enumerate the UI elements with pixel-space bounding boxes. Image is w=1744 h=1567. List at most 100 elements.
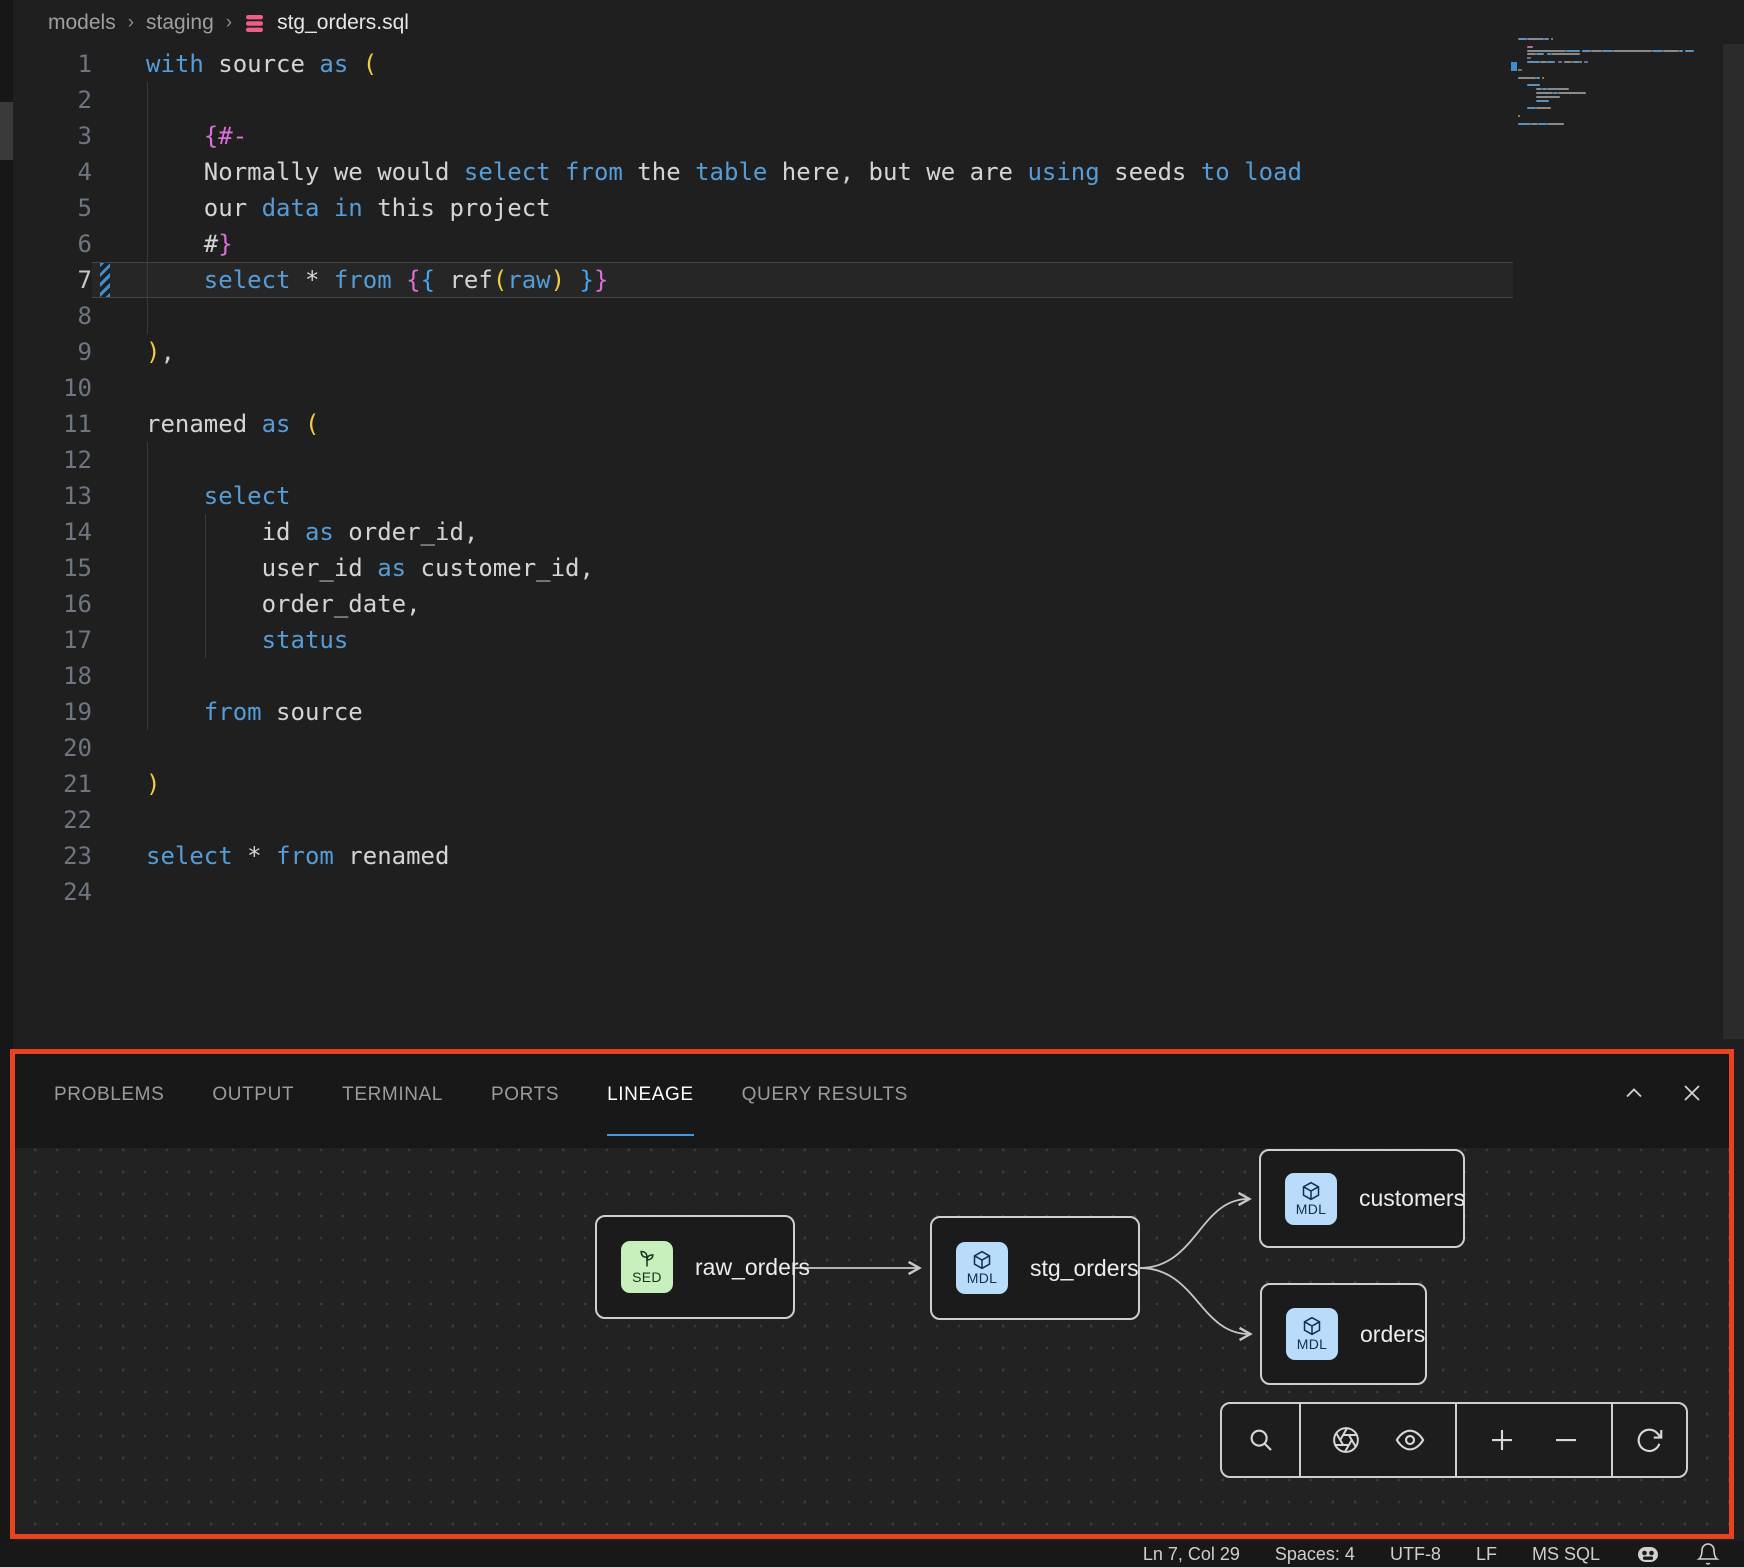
breadcrumb-item-staging[interactable]: staging <box>146 11 214 35</box>
minimap-line <box>1531 123 1538 125</box>
node-label: orders <box>1360 1321 1425 1348</box>
minimap-line <box>1544 38 1548 40</box>
code-text: select <box>146 478 291 514</box>
node-label: stg_orders <box>1030 1255 1139 1282</box>
close-icon <box>1678 1079 1706 1107</box>
minimap-line <box>1652 50 1663 52</box>
tab-output[interactable]: OUTPUT <box>212 1054 294 1136</box>
toolbar-group-zoom <box>1455 1404 1611 1476</box>
search-button[interactable] <box>1243 1422 1279 1458</box>
indentation-setting[interactable]: Spaces: 4 <box>1275 1544 1355 1565</box>
code-line-20[interactable]: 20 <box>13 730 1518 766</box>
code-line-5[interactable]: 5 our data in this project <box>13 190 1518 226</box>
code-text: select * from renamed <box>146 838 449 874</box>
node-badge-label: SED <box>632 1269 662 1285</box>
minimap-line <box>1551 53 1580 55</box>
line-number: 10 <box>13 370 92 406</box>
editor-scrollbar[interactable] <box>1723 44 1744 1039</box>
code-line-9[interactable]: 9), <box>13 334 1518 370</box>
lineage-node-orders[interactable]: MDL orders <box>1260 1283 1427 1385</box>
minimap-line <box>1529 57 1531 59</box>
encoding[interactable]: UTF-8 <box>1390 1544 1441 1565</box>
code-text: with source as ( <box>146 46 377 82</box>
bell-icon[interactable] <box>1696 1542 1720 1566</box>
panel-maximize-button[interactable] <box>1619 1078 1649 1108</box>
code-text: ) <box>146 766 160 802</box>
code-line-7[interactable]: 7 select * from {{ ref(raw) }} <box>13 262 1518 298</box>
tab-lineage[interactable]: LINEAGE <box>607 1054 694 1136</box>
code-line-17[interactable]: 17 status <box>13 622 1518 658</box>
lineage-node-raw-orders[interactable]: SED raw_orders <box>595 1215 795 1319</box>
code-line-16[interactable]: 16 order_date, <box>13 586 1518 622</box>
code-line-3[interactable]: 3 {#- <box>13 118 1518 154</box>
code-line-6[interactable]: 6 #} <box>13 226 1518 262</box>
code-text: status <box>146 622 348 658</box>
code-editor[interactable]: 1with source as (23 {#-4 Normally we wou… <box>13 46 1518 910</box>
code-line-2[interactable]: 2 <box>13 82 1518 118</box>
tab-ports[interactable]: PORTS <box>491 1054 559 1136</box>
line-number: 16 <box>13 586 92 622</box>
minimap[interactable] <box>1518 38 1718 153</box>
code-line-4[interactable]: 4 Normally we would select from the tabl… <box>13 154 1518 190</box>
code-line-21[interactable]: 21) <box>13 766 1518 802</box>
minimap-line <box>1527 107 1536 109</box>
tab-problems[interactable]: PROBLEMS <box>54 1054 164 1136</box>
code-line-15[interactable]: 15 user_id as customer_id, <box>13 550 1518 586</box>
tab-query-results[interactable]: QUERY RESULTS <box>742 1054 908 1136</box>
panel-close-button[interactable] <box>1677 1078 1707 1108</box>
aperture-icon <box>1331 1425 1361 1455</box>
zoom-out-button[interactable] <box>1548 1422 1584 1458</box>
line-number: 5 <box>13 190 92 226</box>
lineage-node-stg-orders[interactable]: MDL stg_orders <box>930 1216 1140 1320</box>
zoom-in-icon <box>1487 1425 1517 1455</box>
code-line-10[interactable]: 10 <box>13 370 1518 406</box>
code-line-24[interactable]: 24 <box>13 874 1518 910</box>
code-line-19[interactable]: 19 from source <box>13 694 1518 730</box>
minimap-line <box>1520 69 1522 71</box>
line-number: 14 <box>13 514 92 550</box>
code-line-12[interactable]: 12 <box>13 442 1518 478</box>
code-line-13[interactable]: 13 select <box>13 478 1518 514</box>
language-mode[interactable]: MS SQL <box>1532 1544 1600 1565</box>
code-line-1[interactable]: 1with source as ( <box>13 46 1518 82</box>
line-number: 21 <box>13 766 92 802</box>
code-line-8[interactable]: 8 <box>13 298 1518 334</box>
toolbar-group-view <box>1299 1404 1455 1476</box>
breadcrumb-file-name[interactable]: stg_orders.sql <box>277 11 409 35</box>
tab-terminal[interactable]: TERMINAL <box>342 1054 443 1136</box>
code-line-14[interactable]: 14 id as order_id, <box>13 514 1518 550</box>
minimap-line <box>1591 50 1602 52</box>
line-number: 24 <box>13 874 92 910</box>
minimap-line <box>1663 50 1678 52</box>
cube-icon <box>972 1250 992 1270</box>
panel-header: PROBLEMS OUTPUT TERMINAL PORTS LINEAGE QUERY … <box>15 1054 1729 1148</box>
minimap-line <box>1560 61 1562 63</box>
minimap-line <box>1536 92 1554 94</box>
breadcrumb-separator: › <box>128 12 134 34</box>
cursor-position[interactable]: Ln 7, Col 29 <box>1143 1544 1240 1565</box>
model-badge: MDL <box>1286 1308 1338 1360</box>
copilot-icon[interactable] <box>1635 1543 1661 1565</box>
database-icon <box>244 13 265 34</box>
line-number: 15 <box>13 550 92 586</box>
eye-button[interactable] <box>1392 1422 1428 1458</box>
minimap-line <box>1536 100 1549 102</box>
code-line-18[interactable]: 18 <box>13 658 1518 694</box>
refresh-icon <box>1635 1425 1665 1455</box>
refresh-button[interactable] <box>1632 1422 1668 1458</box>
code-line-22[interactable]: 22 <box>13 802 1518 838</box>
zoom-in-button[interactable] <box>1484 1422 1520 1458</box>
breadcrumb-item-models[interactable]: models <box>48 11 116 35</box>
code-text: from source <box>146 694 363 730</box>
minimap-line <box>1518 115 1520 117</box>
code-line-11[interactable]: 11renamed as ( <box>13 406 1518 442</box>
eol-setting[interactable]: LF <box>1476 1544 1497 1565</box>
lineage-node-customers[interactable]: MDL customers <box>1259 1149 1465 1248</box>
minimap-modified-marker <box>1511 62 1517 71</box>
code-line-23[interactable]: 23select * from renamed <box>13 838 1518 874</box>
search-icon <box>1246 1425 1276 1455</box>
line-number: 20 <box>13 730 92 766</box>
minimap-line <box>1679 50 1683 52</box>
aperture-button[interactable] <box>1328 1422 1364 1458</box>
minimap-line <box>1527 50 1567 52</box>
